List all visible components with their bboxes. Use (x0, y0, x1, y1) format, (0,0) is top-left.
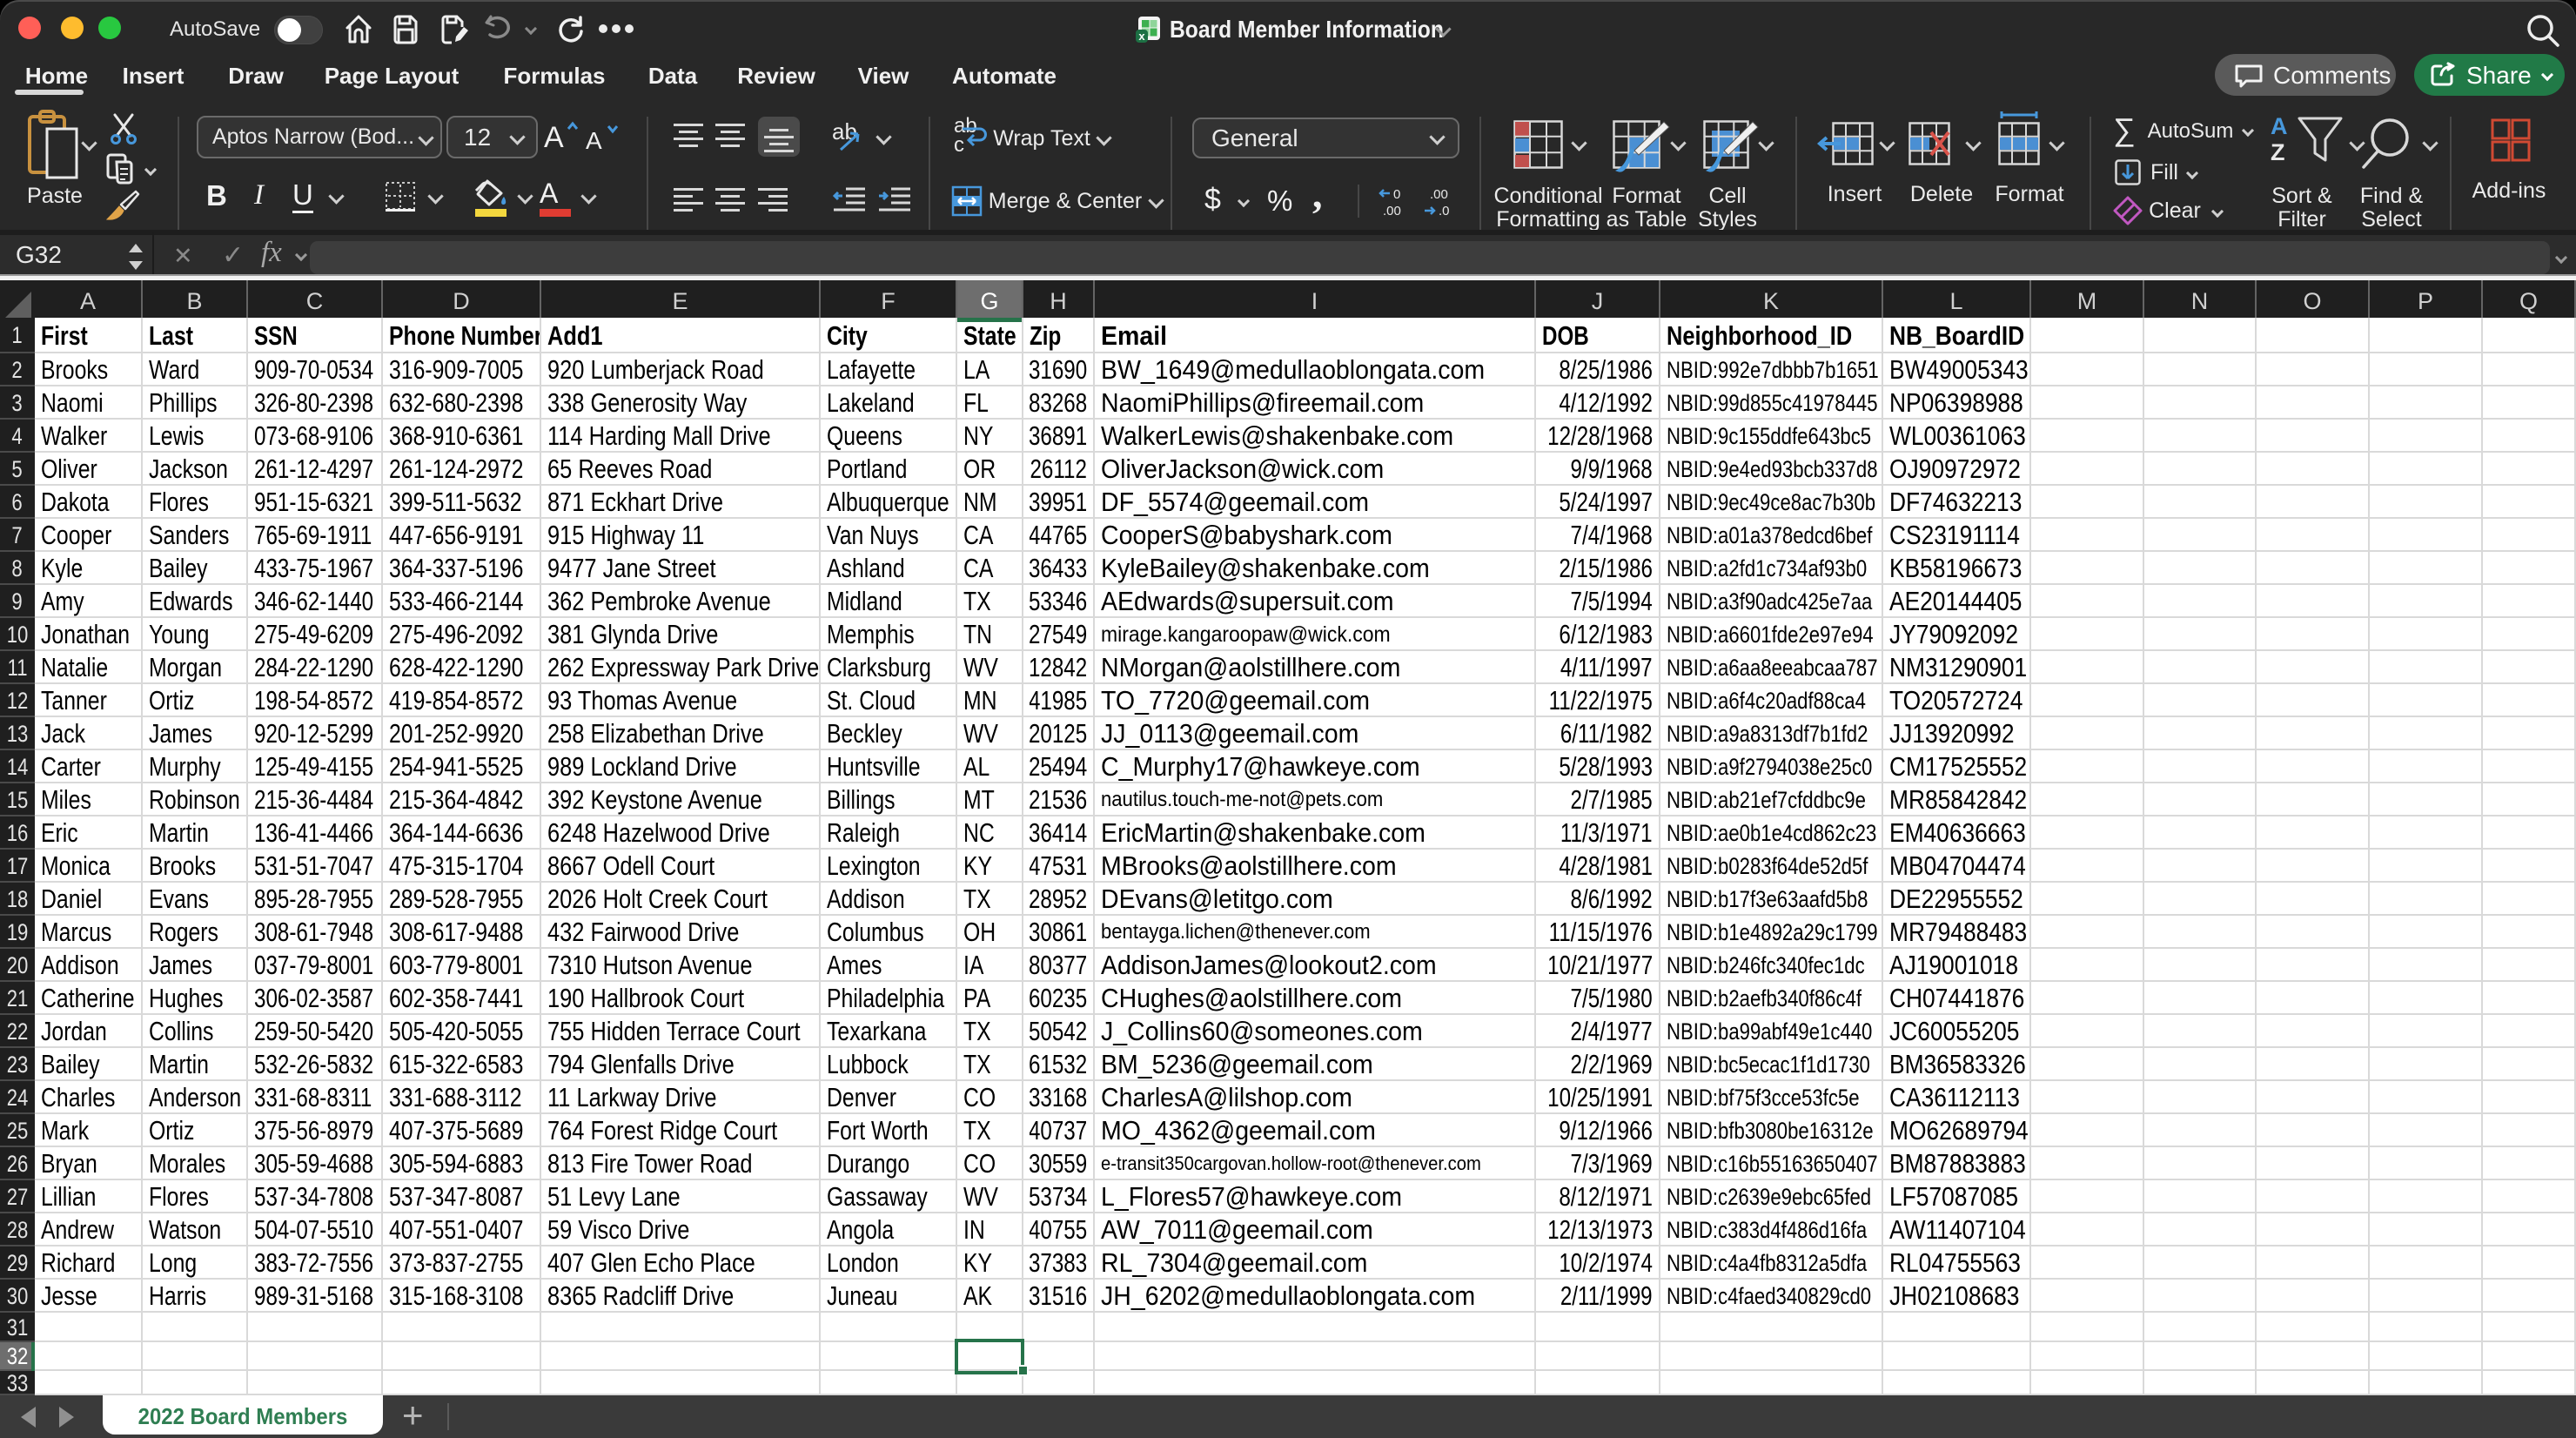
svg-text:.00: .00 (1430, 187, 1448, 202)
svg-text:.00: .00 (1383, 204, 1401, 218)
svg-text:x: x (1138, 30, 1145, 43)
svg-text:0: 0 (1393, 187, 1400, 202)
svg-text:.0: .0 (1439, 204, 1450, 218)
